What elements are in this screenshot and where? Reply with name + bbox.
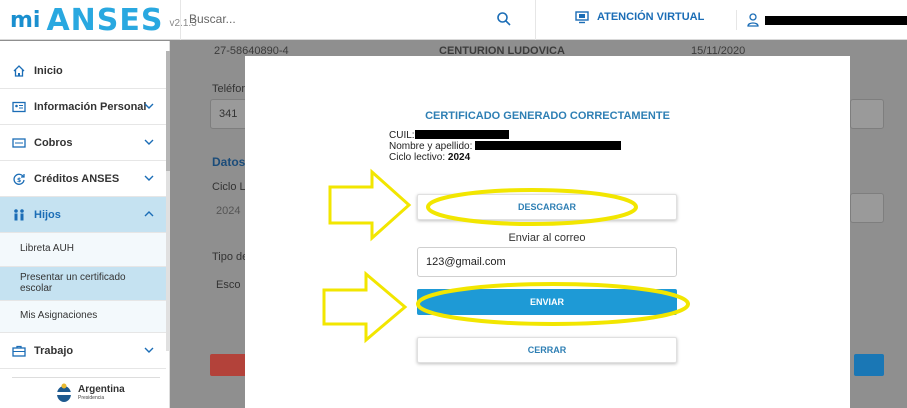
certificate-info: CUIL: Nombre y apellido: Ciclo lectivo: … xyxy=(389,130,622,163)
refresh-money-icon: $ xyxy=(12,172,26,186)
cuil-label: CUIL: xyxy=(389,130,415,141)
bg-red-button xyxy=(210,354,250,376)
sidebar-item-label: Hijos xyxy=(34,208,61,221)
user-menu[interactable] xyxy=(736,10,907,30)
modal-title: CERTIFICADO GENERADO CORRECTAMENTE xyxy=(425,110,670,122)
search-input[interactable] xyxy=(189,8,489,30)
close-button[interactable]: CERRAR xyxy=(417,337,677,363)
user-icon xyxy=(747,13,759,27)
id-card-icon xyxy=(12,100,26,114)
bg-blue-button xyxy=(854,354,884,376)
search-icon[interactable] xyxy=(496,11,512,27)
bg-ciclo-label: Ciclo L xyxy=(212,181,246,193)
logo-mi-text: mi xyxy=(10,8,41,33)
sidebar-item-label: Información Personal xyxy=(34,100,147,113)
cuil-row: CUIL: xyxy=(389,130,621,141)
sidebar-subitem-label: Presentar un certificado escolar xyxy=(20,272,126,294)
name-label: Nombre y apellido: xyxy=(389,141,473,152)
sidebar-item-label: Cobros xyxy=(34,136,73,149)
footer-subtitle: Presidencia xyxy=(78,395,105,401)
sidebar-subitem-certificado-escolar[interactable]: Presentar un certificado escolar xyxy=(0,267,166,301)
redacted-user-name xyxy=(765,15,907,25)
download-button-label: DESCARGAR xyxy=(517,202,576,212)
sidebar-footer-divider xyxy=(12,377,160,378)
chevron-down-icon xyxy=(144,175,154,181)
sidebar: Inicio Información Personal Cobros $ Cré… xyxy=(0,41,170,408)
close-button-label: CERRAR xyxy=(527,345,567,355)
bg-phone-label: Teléfor xyxy=(212,83,246,95)
send-email-label: Enviar al correo xyxy=(508,232,586,244)
sidebar-item-label: Trabajo xyxy=(34,344,74,357)
download-button[interactable]: DESCARGAR xyxy=(417,194,677,220)
sidebar-item-inicio[interactable]: Inicio xyxy=(0,53,166,89)
virtual-attention-link[interactable]: ATENCIÓN VIRTUAL xyxy=(575,10,704,24)
search-bar xyxy=(180,0,536,40)
bg-phone-value: 341 xyxy=(219,108,238,120)
chevron-down-icon xyxy=(144,139,154,145)
sidebar-item-informacion-personal[interactable]: Información Personal xyxy=(0,89,166,125)
argentina-logo: Argentina Presidencia xyxy=(56,383,125,403)
sidebar-scrollbar-thumb[interactable] xyxy=(166,51,170,171)
sidebar-subitem-mis-asignaciones[interactable]: Mis Asignaciones xyxy=(0,301,166,333)
send-button-label: ENVIAR xyxy=(529,297,564,307)
redacted-name xyxy=(475,141,622,150)
virtual-attention-label: ATENCIÓN VIRTUAL xyxy=(597,11,705,23)
certificate-modal: CERTIFICADO GENERADO CORRECTAMENTE CUIL:… xyxy=(245,56,850,408)
footer-title: Argentina xyxy=(78,384,125,395)
svg-text:$: $ xyxy=(17,177,21,184)
monitor-icon xyxy=(575,11,589,24)
bg-select-right xyxy=(850,193,884,223)
sidebar-item-label: Inicio xyxy=(34,64,63,77)
children-icon xyxy=(12,208,26,222)
chevron-down-icon xyxy=(144,347,154,353)
bg-ciclo-value: 2024 xyxy=(216,205,241,217)
email-input[interactable] xyxy=(417,247,677,277)
top-bar: mi ANSES v2.1.3 ATENCIÓN VIRTUAL xyxy=(0,0,907,40)
sidebar-item-trabajo[interactable]: Trabajo xyxy=(0,333,166,369)
bg-field-right xyxy=(850,99,884,129)
bg-section-title: Datos xyxy=(212,155,246,169)
sidebar-subitem-libreta-auh[interactable]: Libreta AUH xyxy=(0,233,166,267)
bg-tipo-value: Esco xyxy=(216,279,241,291)
argentina-shield-icon xyxy=(57,383,71,402)
chevron-up-icon xyxy=(144,211,154,217)
home-icon xyxy=(12,64,26,78)
sidebar-item-label: Créditos ANSES xyxy=(34,172,120,185)
mi-anses-logo[interactable]: mi ANSES v2.1.3 xyxy=(10,2,197,38)
send-button[interactable]: ENVIAR xyxy=(417,289,677,315)
ciclo-value: 2024 xyxy=(447,152,471,163)
name-row: Nombre y apellido: xyxy=(389,141,622,152)
sidebar-item-creditos-anses[interactable]: $ Créditos ANSES xyxy=(0,161,166,197)
bg-phone-field: 341 xyxy=(210,99,250,129)
money-icon xyxy=(12,136,26,150)
sidebar-item-cobros[interactable]: Cobros xyxy=(0,125,166,161)
ciclo-label: Ciclo lectivo: xyxy=(389,152,446,163)
ciclo-row: Ciclo lectivo: 2024 xyxy=(389,152,621,163)
redacted-cuil xyxy=(414,130,509,139)
sidebar-subitem-label: Libreta AUH xyxy=(20,243,74,255)
sidebar-item-hijos[interactable]: Hijos xyxy=(0,197,166,233)
bg-tipo-label: Tipo de xyxy=(212,251,249,263)
sidebar-subitem-label: Mis Asignaciones xyxy=(20,310,98,322)
briefcase-icon xyxy=(12,344,26,358)
chevron-down-icon xyxy=(144,103,154,109)
logo-anses-text: ANSES xyxy=(46,3,164,38)
